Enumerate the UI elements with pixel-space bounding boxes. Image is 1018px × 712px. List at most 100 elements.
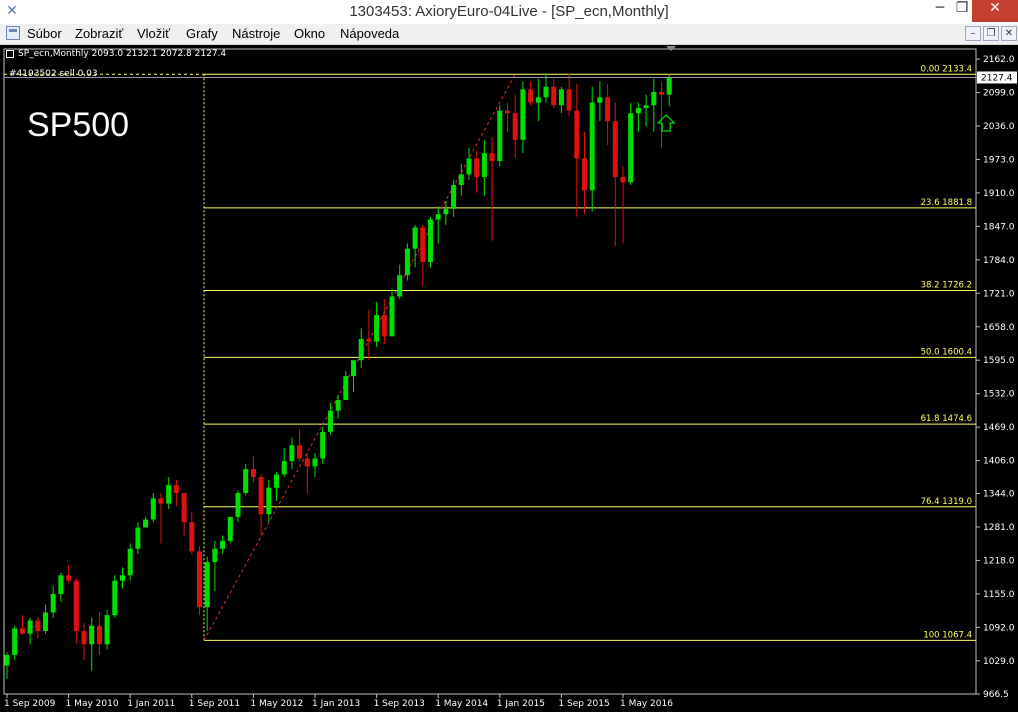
chart-window-icon[interactable] — [6, 26, 20, 40]
x-tick-label: 1 Jan 2013 — [312, 699, 360, 709]
order-label[interactable]: #41935​02 sell 0.03 — [9, 69, 98, 79]
candle-body — [420, 227, 426, 262]
fib-level-label: 0.00 2133.4 — [921, 64, 972, 74]
mdi-minimize-button[interactable]: – — [965, 26, 981, 41]
candle-body — [566, 89, 572, 111]
menu-file[interactable]: Súbor — [27, 26, 62, 41]
x-tick-label: 1 May 2012 — [250, 699, 303, 709]
menu-insert[interactable]: Vložiť — [137, 26, 170, 41]
candle-body — [166, 485, 172, 504]
menu-help[interactable]: Nápoveda — [340, 26, 399, 41]
y-tick-label: 1344.0 — [983, 490, 1015, 500]
y-tick-label: 1029.0 — [983, 657, 1015, 667]
y-tick-label: 1847.0 — [983, 222, 1015, 232]
y-tick-label: 1532.0 — [983, 390, 1015, 400]
x-tick-label: 1 Sep 2015 — [558, 699, 609, 709]
close-button[interactable]: ✕ — [972, 0, 1018, 22]
menu-view[interactable]: Zobraziť — [75, 26, 123, 41]
candle-body — [489, 153, 495, 162]
candle-body — [81, 631, 87, 645]
chart-type-icon — [6, 49, 14, 58]
candle-body — [481, 153, 487, 177]
menu-bar: Súbor Zobraziť Vložiť Grafy Nástroje Okn… — [0, 24, 1018, 45]
y-tick-label: 966.5 — [983, 690, 1009, 700]
candle-body — [212, 548, 218, 563]
price-chart[interactable]: 2162.0 2099.0 2036.0 1973.0 1910.0 1847.0 1784… — [0, 45, 1018, 712]
candle-body — [620, 176, 626, 183]
current-price-label: 2127.4 — [981, 73, 1013, 83]
up-arrow-icon — [656, 114, 676, 132]
candle-body — [366, 338, 372, 342]
candle-body — [12, 628, 18, 655]
candle-body — [197, 551, 202, 608]
candle-body — [189, 522, 195, 552]
symbol-info: SP_ecn,Monthly 2093.0 2132.1 2072.8 2127… — [6, 49, 226, 59]
candle-body — [297, 445, 303, 459]
candle-body — [358, 338, 364, 361]
candle-body — [612, 121, 618, 177]
candle-body — [474, 158, 480, 177]
fib-level-label: 61.8 1474.6 — [921, 414, 972, 424]
candle-body — [397, 275, 403, 297]
candle-body — [120, 575, 125, 581]
candle-body — [389, 296, 395, 337]
candle-body — [651, 92, 657, 106]
chart-window[interactable]: 2162.0 2099.0 2036.0 1973.0 1910.0 1847.0 1784… — [0, 45, 1018, 712]
candle-body — [135, 527, 141, 549]
candle-body — [274, 474, 279, 488]
y-tick-label: 1910.0 — [983, 189, 1015, 199]
candle-body — [412, 227, 418, 249]
mdi-close-button[interactable]: ✕ — [1001, 26, 1017, 41]
candle-body — [27, 620, 33, 634]
candle-body — [558, 89, 564, 106]
fib-level-label: 100 1067.4 — [923, 630, 972, 640]
candle-body — [597, 97, 603, 103]
fib-level-label: 50.0 1600.4 — [921, 347, 972, 357]
candle-body — [266, 487, 272, 515]
candle-body — [343, 376, 349, 401]
candle-body — [112, 580, 118, 616]
y-tick-label: 2099.0 — [983, 89, 1015, 99]
candle-body — [281, 461, 287, 475]
menu-charts[interactable]: Grafy — [186, 26, 218, 41]
candle-body — [428, 219, 433, 262]
x-tick-label: 1 May 2016 — [620, 699, 673, 709]
candle-body — [220, 540, 226, 549]
y-tick-label: 1721.0 — [983, 289, 1015, 299]
y-tick-label: 1595.0 — [983, 356, 1015, 366]
candle-body — [659, 92, 664, 95]
candle-body — [643, 105, 649, 108]
candle-body — [528, 89, 534, 103]
candle-body — [351, 360, 356, 377]
x-tick-label: 1 Sep 2011 — [189, 699, 240, 709]
candle-body — [666, 77, 672, 95]
candle-body — [19, 628, 25, 634]
candle-body — [505, 110, 510, 114]
menu-window[interactable]: Okno — [294, 26, 325, 41]
candle-body — [58, 575, 64, 594]
candle-body — [227, 516, 233, 541]
window-titlebar: ✕ 1303453: AxioryEuro-04Live - [SP_ecn,M… — [0, 0, 1018, 24]
candle-body — [628, 113, 634, 183]
x-tick-label: 1 Sep 2009 — [4, 699, 56, 709]
candle-body — [327, 410, 333, 432]
x-tick-label: 1 May 2014 — [435, 699, 488, 709]
x-tick-label: 1 Jan 2011 — [127, 699, 175, 709]
y-tick-label: 1406.0 — [983, 457, 1015, 467]
fib-level-label: 76.4 1319.0 — [921, 497, 972, 507]
y-tick-label: 1218.0 — [983, 556, 1015, 566]
candle-body — [258, 477, 264, 515]
candle-body — [243, 469, 249, 493]
candle-body — [96, 625, 102, 645]
candle-body — [66, 575, 72, 581]
candle-body — [582, 158, 587, 191]
candle-body — [458, 174, 464, 185]
menu-tools[interactable]: Nástroje — [232, 26, 280, 41]
y-tick-label: 1281.0 — [983, 523, 1015, 533]
candle-body — [89, 625, 95, 645]
y-tick-label: 2036.0 — [983, 122, 1015, 132]
mdi-restore-button[interactable]: ❐ — [983, 26, 999, 41]
candle-body — [451, 184, 457, 209]
candle-body — [520, 89, 526, 140]
y-tick-label: 1784.0 — [983, 256, 1015, 266]
